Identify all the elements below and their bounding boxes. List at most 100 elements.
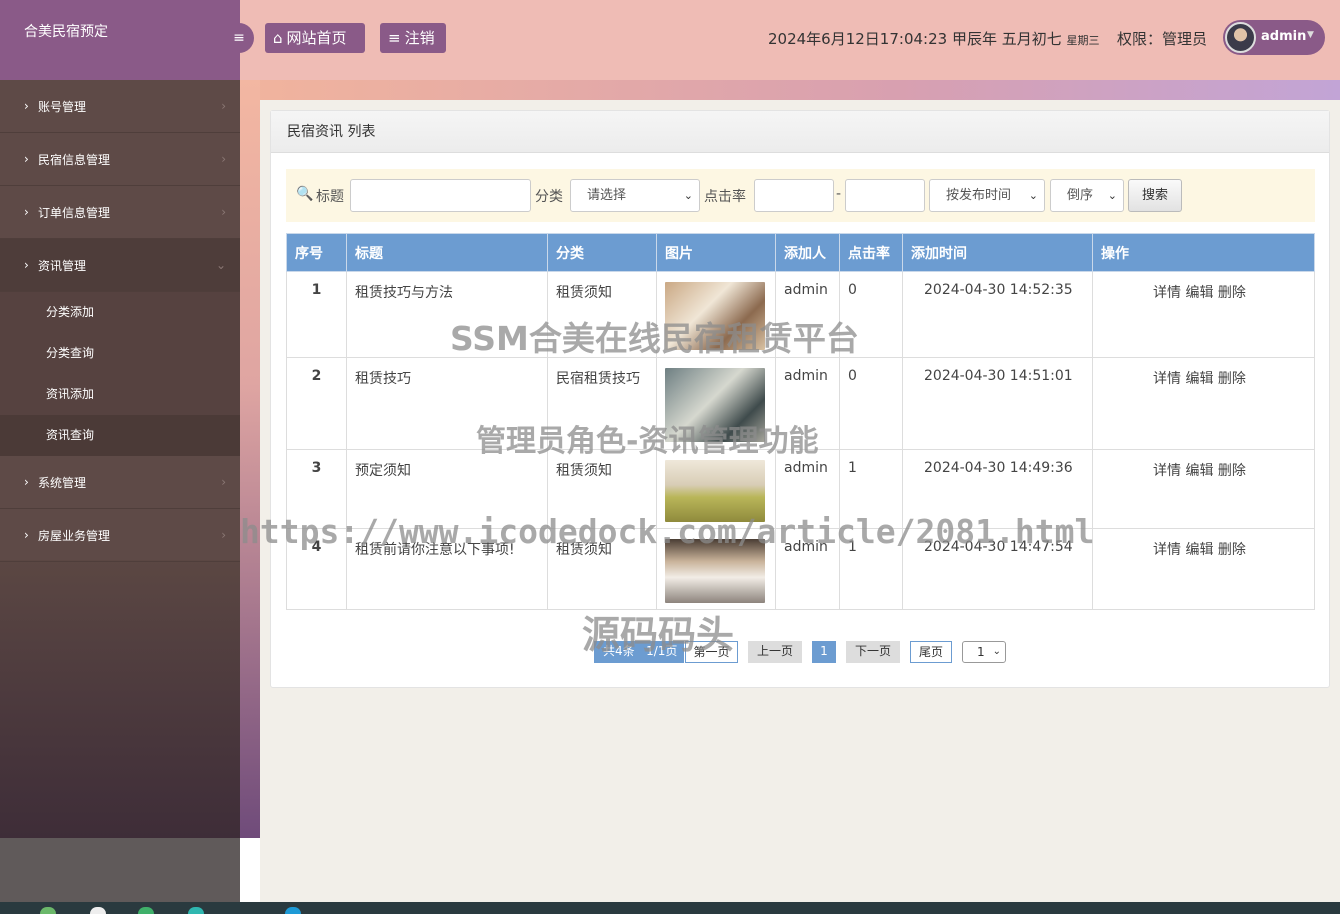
row-clicks: 0 xyxy=(839,357,903,450)
search-bar: 🔍 标题 分类 请选择 ⌄ 点击率 - 按发布时间 ⌄ 倒序 ⌄ 搜索 xyxy=(286,169,1315,222)
search-button[interactable]: 搜索 xyxy=(1128,179,1182,212)
logout-button-label: 注销 xyxy=(404,29,435,47)
detail-link[interactable]: 详情 xyxy=(1153,285,1181,301)
sort-field-value: 按发布时间 xyxy=(946,188,1012,203)
list-icon: ≡ xyxy=(388,29,401,47)
next-page-button[interactable]: 下一页 xyxy=(846,641,900,663)
table-header-row: 序号 标题 分类 图片 添加人 点击率 添加时间 操作 xyxy=(286,233,1315,272)
app-icon[interactable] xyxy=(138,907,154,914)
menu-icon: ≡ xyxy=(233,30,245,46)
datetime-text: 2024年6月12日17:04:23 甲辰年 五月初七 xyxy=(768,30,1062,48)
page-gap xyxy=(240,838,260,902)
delete-link[interactable]: 删除 xyxy=(1218,285,1246,301)
chevron-right-icon: › xyxy=(24,205,29,219)
home-button[interactable]: ⌂ 网站首页 xyxy=(265,23,365,53)
edit-link[interactable]: 编辑 xyxy=(1185,371,1213,387)
delete-link[interactable]: 删除 xyxy=(1218,371,1246,387)
row-actions: 详情 编辑 删除 xyxy=(1092,357,1315,450)
category-select[interactable]: 请选择 ⌄ xyxy=(570,179,700,212)
chevron-down-icon: ⌄ xyxy=(215,258,226,272)
last-page-button[interactable]: 尾页 xyxy=(910,641,952,663)
clicks-min-input[interactable] xyxy=(754,179,834,212)
chevron-right-icon: › xyxy=(221,152,226,166)
sidebar-item-account[interactable]: › 账号管理 › xyxy=(0,80,240,133)
app-icon[interactable] xyxy=(188,907,204,914)
chevron-right-icon: › xyxy=(24,99,29,113)
chevron-right-icon: › xyxy=(24,258,29,272)
sidebar-item-label: 房屋业务管理 xyxy=(38,528,111,543)
sidebar-item-label: 资讯管理 xyxy=(38,258,87,273)
edit-link[interactable]: 编辑 xyxy=(1185,463,1213,479)
weekday-text: 星期三 xyxy=(1066,34,1100,47)
edit-link[interactable]: 编辑 xyxy=(1185,542,1213,558)
chevron-down-icon: ⌄ xyxy=(1107,189,1117,202)
chevron-right-icon: › xyxy=(24,528,29,542)
app-icon[interactable] xyxy=(90,907,106,914)
user-menu[interactable]: admin ▼ xyxy=(1223,20,1325,55)
sidebar-item-label: 账号管理 xyxy=(38,99,87,114)
submenu-news: 分类添加 分类查询 资讯添加 资讯查询 xyxy=(0,292,240,456)
sidebar-item-homestay[interactable]: › 民宿信息管理 › xyxy=(0,133,240,186)
submenu-item-news-query[interactable]: 资讯查询 xyxy=(0,415,240,456)
detail-link[interactable]: 详情 xyxy=(1153,371,1181,387)
caret-down-icon: ▼ xyxy=(1307,30,1314,40)
avatar xyxy=(1225,22,1256,53)
home-icon: ⌂ xyxy=(273,29,283,47)
app-icon[interactable] xyxy=(285,907,301,914)
column-header: 序号 xyxy=(286,233,347,272)
range-separator: - xyxy=(836,186,842,202)
column-header: 添加时间 xyxy=(902,233,1093,272)
title-input[interactable] xyxy=(350,179,531,212)
chevron-right-icon: › xyxy=(24,152,29,166)
page-select-value: 1 xyxy=(977,645,985,659)
chevron-down-icon: ⌄ xyxy=(1028,189,1038,202)
sidebar-item-label: 系统管理 xyxy=(38,475,87,490)
panel-title: 民宿资讯 列表 xyxy=(271,111,1329,153)
row-actions: 详情 编辑 删除 xyxy=(1092,449,1315,529)
row-number: 2 xyxy=(286,357,347,450)
sidebar-menu: › 账号管理 › › 民宿信息管理 › › 订单信息管理 › › 资讯管理 ⌄ 分类添加 分类查… xyxy=(0,80,240,562)
column-header: 点击率 xyxy=(839,233,903,272)
header-gradient-band xyxy=(240,80,1340,100)
permission-label: 权限：管理员 xyxy=(1117,30,1208,48)
sort-field-select[interactable]: 按发布时间 ⌄ xyxy=(929,179,1045,212)
category-select-value: 请选择 xyxy=(587,188,627,203)
row-time: 2024-04-30 14:52:35 xyxy=(902,271,1093,358)
watermark-line: 源码码头 xyxy=(582,613,735,657)
sort-order-select[interactable]: 倒序 ⌄ xyxy=(1050,179,1124,212)
chevron-down-icon: ⌄ xyxy=(683,189,693,202)
sidebar-item-orders[interactable]: › 订单信息管理 › xyxy=(0,186,240,239)
submenu-item-news-add[interactable]: 资讯添加 xyxy=(0,374,240,415)
current-page-button[interactable]: 1 xyxy=(812,641,836,663)
detail-link[interactable]: 详情 xyxy=(1153,542,1181,558)
column-header: 图片 xyxy=(656,233,776,272)
logout-button[interactable]: ≡ 注销 xyxy=(380,23,446,53)
prev-page-button[interactable]: 上一页 xyxy=(748,641,802,663)
row-actions: 详情 编辑 删除 xyxy=(1092,271,1315,358)
sidebar-item-housing[interactable]: › 房屋业务管理 › xyxy=(0,509,240,562)
submenu-item-category-query[interactable]: 分类查询 xyxy=(0,333,240,374)
column-header: 操作 xyxy=(1092,233,1315,272)
chevron-right-icon: › xyxy=(221,99,226,113)
delete-link[interactable]: 删除 xyxy=(1218,542,1246,558)
sidebar-item-label: 民宿信息管理 xyxy=(38,152,111,167)
submenu-item-category-add[interactable]: 分类添加 xyxy=(0,292,240,333)
edit-link[interactable]: 编辑 xyxy=(1185,285,1213,301)
clicks-max-input[interactable] xyxy=(845,179,925,212)
search-icon: 🔍 xyxy=(296,186,314,202)
username: admin xyxy=(1261,29,1307,44)
brand-title: 合美民宿预定 xyxy=(24,24,108,40)
row-time: 2024-04-30 14:51:01 xyxy=(902,357,1093,450)
chevron-right-icon: › xyxy=(24,475,29,489)
page-select[interactable]: 1 ⌄ xyxy=(962,641,1006,663)
datetime-display: 2024年6月12日17:04:23 甲辰年 五月初七 星期三 xyxy=(768,28,1100,49)
watermark-line: SSM合美在线民宿租赁平台 xyxy=(450,319,859,358)
sidebar-item-news[interactable]: › 资讯管理 ⌄ xyxy=(0,239,240,292)
delete-link[interactable]: 删除 xyxy=(1218,463,1246,479)
chevron-down-icon: ⌄ xyxy=(992,646,1001,657)
sidebar-toggle-button[interactable]: ≡ xyxy=(224,23,254,53)
clicks-label: 点击率 xyxy=(704,189,746,205)
app-icon[interactable] xyxy=(40,907,56,914)
detail-link[interactable]: 详情 xyxy=(1153,463,1181,479)
sidebar-item-system[interactable]: › 系统管理 › xyxy=(0,456,240,509)
